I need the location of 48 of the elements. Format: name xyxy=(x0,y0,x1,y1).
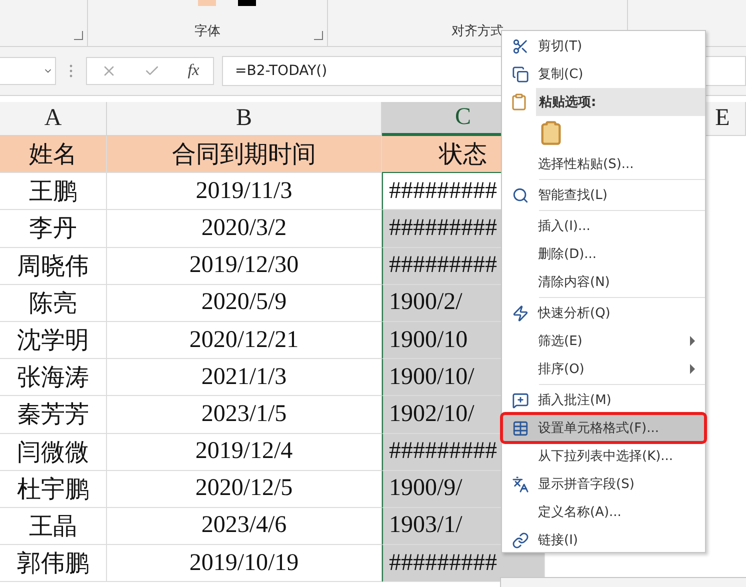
scissors-icon xyxy=(512,38,528,54)
clipboard-icon xyxy=(510,93,528,111)
column-header[interactable]: A xyxy=(0,102,107,136)
dialog-launcher-icon[interactable] xyxy=(74,31,83,40)
font-color-icon[interactable] xyxy=(238,0,256,6)
dialog-launcher-icon[interactable] xyxy=(314,31,323,40)
table-cell: 2020/12/21 xyxy=(107,322,382,360)
table-cell: 郭伟鹏 xyxy=(0,545,107,582)
submenu-arrow-icon xyxy=(690,336,695,346)
table-cell: 2019/12/30 xyxy=(107,248,382,285)
menu-item[interactable]: 设置单元格格式(F)... xyxy=(502,414,705,442)
table-cell: 2019/10/19 xyxy=(107,545,382,582)
table-cell: 沈学明 xyxy=(0,322,107,360)
table-cell: 2020/12/5 xyxy=(107,470,382,508)
fill-color-icon[interactable] xyxy=(198,0,216,6)
table-cell: 张海涛 xyxy=(0,359,107,396)
submenu-arrow-icon xyxy=(690,364,695,374)
name-box[interactable] xyxy=(0,57,56,85)
table-cell: 王鹏 xyxy=(0,173,107,210)
link-icon xyxy=(512,532,528,548)
list-icon xyxy=(512,420,528,436)
header-cell: 合同到期时间 xyxy=(107,136,382,174)
menu-item[interactable]: 复制(C) xyxy=(502,60,705,88)
table-cell: 秦芳芳 xyxy=(0,396,107,434)
table-cell: ######### xyxy=(382,545,545,582)
table-cell: 2023/1/5 xyxy=(107,396,382,434)
column-header[interactable]: B xyxy=(107,102,382,136)
table-cell: 杜宇鹏 xyxy=(0,470,107,508)
table-cell: 陈亮 xyxy=(0,284,107,322)
search-icon xyxy=(512,186,528,204)
lightning-icon xyxy=(512,304,528,322)
table-cell: 2023/4/6 xyxy=(107,508,382,546)
copy-icon xyxy=(512,66,528,82)
table-cell: 2021/1/3 xyxy=(107,359,382,396)
menu-header: 粘贴选项: xyxy=(536,88,705,116)
pinyin-icon xyxy=(512,476,528,492)
table-cell: 2019/12/4 xyxy=(107,434,382,471)
comment-icon xyxy=(512,392,528,408)
table-cell: 闫微微 xyxy=(0,434,107,471)
header-cell: 姓名 xyxy=(0,136,107,174)
function-button[interactable]: fx xyxy=(188,62,200,80)
group-label: 字体 xyxy=(194,23,220,40)
table-cell: 2019/11/3 xyxy=(107,173,382,210)
table-cell: 王晶 xyxy=(0,508,107,546)
table-cell: 2020/5/9 xyxy=(107,284,382,322)
table-cell: 李丹 xyxy=(0,210,107,248)
table-cell: 周晓伟 xyxy=(0,248,107,285)
table-cell: 2020/3/2 xyxy=(107,210,382,248)
